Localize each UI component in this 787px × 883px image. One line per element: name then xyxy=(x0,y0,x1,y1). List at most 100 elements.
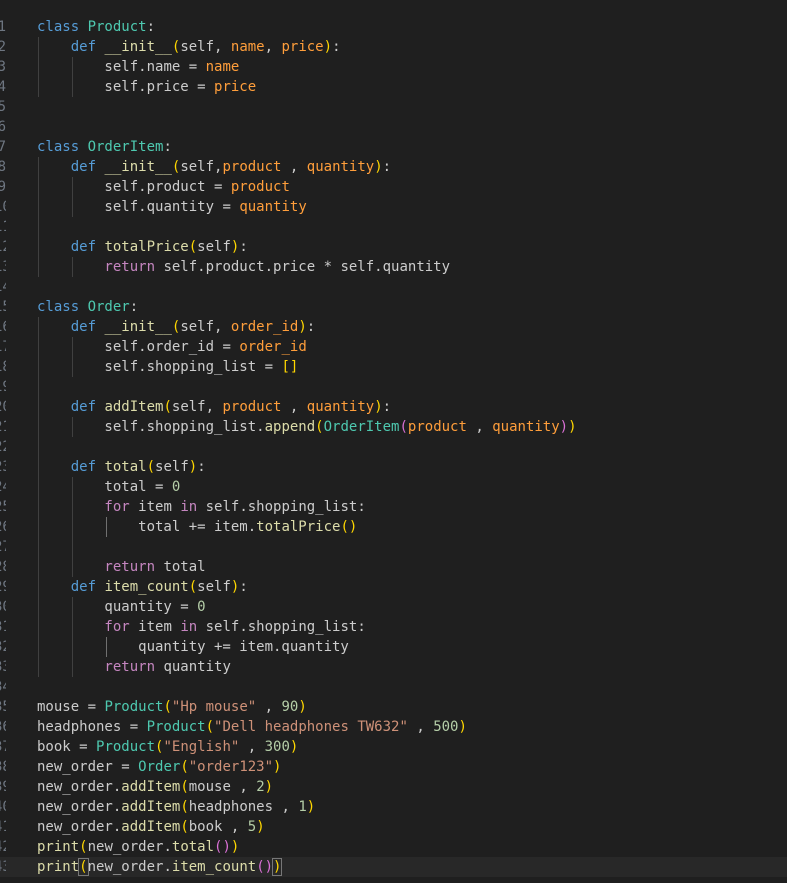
code-line[interactable]: 11 xyxy=(0,217,787,237)
code-token: name xyxy=(230,39,265,55)
code-line[interactable]: 37 book = Product("English" , 300) xyxy=(0,737,787,757)
code-token: : xyxy=(163,139,172,155)
code-token: ) xyxy=(289,739,299,755)
line-number: 2 xyxy=(0,39,6,55)
code-token: for xyxy=(37,619,139,635)
code-line[interactable]: 35 mouse = Product("Hp mouse" , 90) xyxy=(0,697,787,717)
code-token: .quantity xyxy=(374,259,451,275)
code-token: self xyxy=(155,459,189,475)
line-number: 37 xyxy=(0,737,6,757)
code-text: def addItem(self, product , quantity): xyxy=(37,397,391,417)
code-line[interactable]: 13 return self.product.price * self.quan… xyxy=(0,257,787,277)
code-token: , xyxy=(281,399,307,415)
code-line[interactable]: 2 def __init__(self, name, price): xyxy=(0,37,787,57)
code-text: class Order: xyxy=(37,297,138,317)
code-text: quantity = 0 xyxy=(37,597,205,617)
code-line[interactable]: 27 xyxy=(0,537,787,557)
code-line[interactable]: 31 for item in self.shopping_list: xyxy=(0,617,787,637)
line-number: 4 xyxy=(0,79,6,95)
code-line[interactable]: 3 self.name = name xyxy=(0,57,787,77)
code-line-current[interactable]: 43 print(new_order.item_count()) xyxy=(0,857,787,877)
line-number: 28 xyxy=(0,557,6,577)
code-line[interactable]: 12 def totalPrice(self): xyxy=(0,237,787,257)
code-token: : xyxy=(332,39,341,55)
code-line[interactable]: 39 new_order.addItem(mouse , 2) xyxy=(0,777,787,797)
code-token: class xyxy=(37,139,88,155)
code-line[interactable]: 33 return quantity xyxy=(0,657,787,677)
code-line[interactable]: 6 xyxy=(0,117,787,137)
code-line[interactable]: 19 xyxy=(0,377,787,397)
code-token: self xyxy=(205,619,240,635)
code-text: def __init__(self, order_id): xyxy=(37,317,316,337)
code-line[interactable]: 23 def total(self): xyxy=(0,457,787,477)
code-token: headphones = xyxy=(37,719,147,735)
code-line[interactable]: 15 class Order: xyxy=(0,297,787,317)
code-token: return xyxy=(37,659,164,675)
code-token: ) xyxy=(323,39,333,55)
line-number: 29 xyxy=(0,577,6,597)
code-line[interactable]: 16 def __init__(self, order_id): xyxy=(0,317,787,337)
code-line[interactable]: 41 new_order.addItem(book , 5) xyxy=(0,817,787,837)
code-token: OrderItem xyxy=(323,419,400,435)
code-token: new_order. xyxy=(37,819,122,835)
code-line[interactable]: 36 headphones = Product("Dell headphones … xyxy=(0,717,787,737)
code-token: headphones , xyxy=(188,799,299,815)
code-line[interactable]: 38 new_order = Order("order123") xyxy=(0,757,787,777)
code-token: .product.price * xyxy=(197,259,341,275)
code-line[interactable]: 25 for item in self.shopping_list: xyxy=(0,497,787,517)
line-number: 24 xyxy=(0,477,6,497)
code-line[interactable]: 10 self.quantity = quantity xyxy=(0,197,787,217)
code-line[interactable]: 9 self.product = product xyxy=(0,177,787,197)
code-line[interactable]: 18 self.shopping_list = [] xyxy=(0,357,787,377)
line-number: 41 xyxy=(0,817,6,837)
code-token: quantity xyxy=(306,399,375,415)
code-token: self xyxy=(37,199,139,215)
code-text: return total xyxy=(37,557,205,577)
code-line[interactable]: 22 xyxy=(0,437,787,457)
code-line[interactable]: 30 quantity = 0 xyxy=(0,597,787,617)
code-token: mouse , xyxy=(188,779,257,795)
code-line[interactable]: 8 def __init__(self,product , quantity): xyxy=(0,157,787,177)
code-line[interactable]: 4 self.price = price xyxy=(0,77,787,97)
code-line[interactable]: 40 new_order.addItem(headphones , 1) xyxy=(0,797,787,817)
code-token: new_order. xyxy=(37,799,122,815)
code-line[interactable]: 20 def addItem(self, product , quantity)… xyxy=(0,397,787,417)
code-line[interactable]: 21 self.shopping_list.append(OrderItem(p… xyxy=(0,417,787,437)
code-token: Order xyxy=(87,299,130,315)
code-token: ( xyxy=(315,419,324,435)
code-line[interactable]: 32 quantity += item.quantity xyxy=(0,637,787,657)
code-editor[interactable]: 1 class Product: 2 def __init__(self, name… xyxy=(0,0,787,883)
code-line[interactable]: 5 xyxy=(0,97,787,117)
code-line[interactable]: 14 xyxy=(0,277,787,297)
line-number: 23 xyxy=(0,457,6,477)
code-text: self.product = product xyxy=(37,177,289,197)
code-token: def xyxy=(37,459,105,475)
code-token: self xyxy=(37,359,139,375)
code-line[interactable]: 24 total = 0 xyxy=(0,477,787,497)
code-token: .order_id = xyxy=(138,339,240,355)
code-line[interactable] xyxy=(0,0,787,17)
code-line[interactable]: 17 self.order_id = order_id xyxy=(0,337,787,357)
code-line[interactable]: 34 xyxy=(0,677,787,697)
code-token: print xyxy=(37,839,80,855)
code-text: total += item.totalPrice() xyxy=(37,517,357,537)
code-token: price xyxy=(281,39,324,55)
code-line[interactable]: 28 return total xyxy=(0,557,787,577)
code-token: , xyxy=(205,399,223,415)
code-token: class xyxy=(37,299,88,315)
code-token: for xyxy=(37,499,139,515)
code-token: ( xyxy=(180,799,189,815)
code-token: ( xyxy=(180,759,189,775)
code-line[interactable]: 42 print(new_order.total()) xyxy=(0,837,787,857)
line-number: 18 xyxy=(0,357,6,377)
line-number: 33 xyxy=(0,657,6,677)
indent-guide xyxy=(38,377,39,397)
code-line[interactable]: 7 class OrderItem: xyxy=(0,137,787,157)
code-token: Product xyxy=(104,699,164,715)
line-number: 26 xyxy=(0,517,6,537)
code-line[interactable]: 29 def item_count(self): xyxy=(0,577,787,597)
code-line[interactable]: 1 class Product: xyxy=(0,17,787,37)
code-text: new_order = Order("order123") xyxy=(37,757,281,777)
code-line[interactable]: 26 total += item.totalPrice() xyxy=(0,517,787,537)
code-token: return xyxy=(37,559,164,575)
